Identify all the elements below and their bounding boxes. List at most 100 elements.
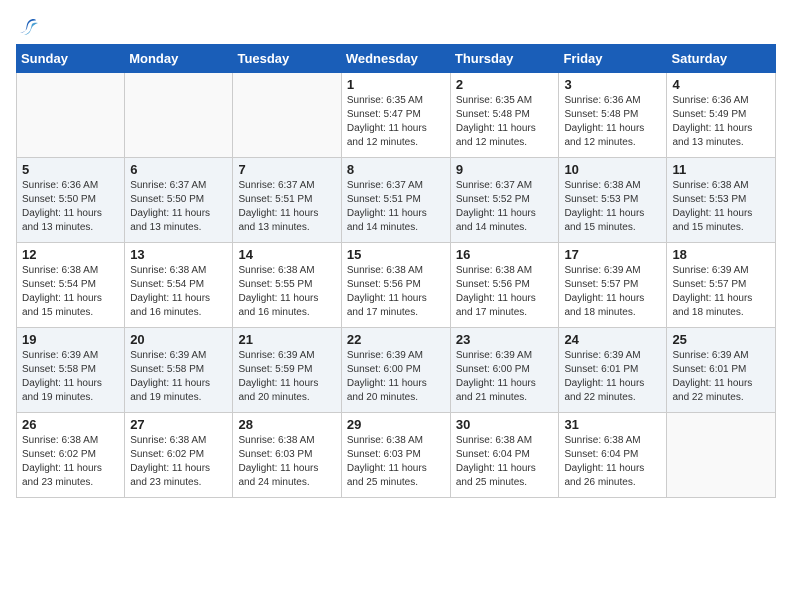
day-cell-31: 31 Sunrise: 6:38 AM Sunset: 6:04 PM Dayli… bbox=[559, 413, 667, 498]
week-row-3: 12 Sunrise: 6:38 AM Sunset: 5:54 PM Dayli… bbox=[17, 243, 776, 328]
weekday-header-monday: Monday bbox=[125, 45, 233, 73]
day-cell-22: 22 Sunrise: 6:39 AM Sunset: 6:00 PM Dayli… bbox=[341, 328, 450, 413]
empty-cell bbox=[233, 73, 341, 158]
day-number: 2 bbox=[456, 77, 554, 92]
day-cell-1: 1 Sunrise: 6:35 AM Sunset: 5:47 PM Daylig… bbox=[341, 73, 450, 158]
day-number: 18 bbox=[672, 247, 770, 262]
day-cell-10: 10 Sunrise: 6:38 AM Sunset: 5:53 PM Dayli… bbox=[559, 158, 667, 243]
day-info: Sunrise: 6:38 AM Sunset: 6:03 PM Dayligh… bbox=[238, 434, 335, 490]
day-cell-13: 13Sunrise: 6:38 AM Sunset: 5:54 PM Dayli… bbox=[125, 243, 233, 328]
day-cell-19: 19 Sunrise: 6:39 AM Sunset: 5:58 PM Dayli… bbox=[17, 328, 125, 413]
day-info: Sunrise: 6:39 AM Sunset: 5:58 PM Dayligh… bbox=[130, 349, 227, 405]
day-info: Sunrise: 6:38 AM Sunset: 5:53 PM Dayligh… bbox=[564, 179, 661, 235]
page-header bbox=[16, 16, 776, 34]
day-number: 27 bbox=[130, 417, 227, 432]
day-number: 29 bbox=[347, 417, 445, 432]
day-number: 28 bbox=[238, 417, 335, 432]
day-info: Sunrise: 6:36 AM Sunset: 5:49 PM Dayligh… bbox=[672, 94, 770, 150]
day-info: Sunrise: 6:37 AM Sunset: 5:50 PM Dayligh… bbox=[130, 179, 227, 235]
day-info: Sunrise: 6:38 AM Sunset: 6:04 PM Dayligh… bbox=[564, 434, 661, 490]
day-number: 7 bbox=[238, 162, 335, 177]
day-cell-18: 18 Sunrise: 6:39 AM Sunset: 5:57 PM Dayli… bbox=[667, 243, 776, 328]
day-cell-30: 30Sunrise: 6:38 AM Sunset: 6:04 PM Dayli… bbox=[450, 413, 559, 498]
day-info: Sunrise: 6:39 AM Sunset: 5:57 PM Dayligh… bbox=[672, 264, 770, 320]
logo-bird-icon bbox=[18, 16, 40, 38]
day-number: 24 bbox=[564, 332, 661, 347]
day-info: Sunrise: 6:37 AM Sunset: 5:51 PM Dayligh… bbox=[347, 179, 445, 235]
day-info: Sunrise: 6:37 AM Sunset: 5:51 PM Dayligh… bbox=[238, 179, 335, 235]
day-number: 26 bbox=[22, 417, 119, 432]
logo bbox=[16, 16, 40, 34]
day-cell-23: 23 Sunrise: 6:39 AM Sunset: 6:00 PM Dayli… bbox=[450, 328, 559, 413]
day-cell-7: 7 Sunrise: 6:37 AM Sunset: 5:51 PM Daylig… bbox=[233, 158, 341, 243]
day-number: 8 bbox=[347, 162, 445, 177]
day-info: Sunrise: 6:38 AM Sunset: 6:04 PM Dayligh… bbox=[456, 434, 554, 490]
week-row-5: 26 Sunrise: 6:38 AM Sunset: 6:02 PM Dayli… bbox=[17, 413, 776, 498]
day-number: 25 bbox=[672, 332, 770, 347]
day-cell-20: 20 Sunrise: 6:39 AM Sunset: 5:58 PM Dayli… bbox=[125, 328, 233, 413]
day-cell-21: 21Sunrise: 6:39 AM Sunset: 5:59 PM Dayli… bbox=[233, 328, 341, 413]
day-cell-8: 8 Sunrise: 6:37 AM Sunset: 5:51 PM Daylig… bbox=[341, 158, 450, 243]
day-info: Sunrise: 6:39 AM Sunset: 5:58 PM Dayligh… bbox=[22, 349, 119, 405]
day-info: Sunrise: 6:37 AM Sunset: 5:52 PM Dayligh… bbox=[456, 179, 554, 235]
day-cell-9: 9Sunrise: 6:37 AM Sunset: 5:52 PM Daylig… bbox=[450, 158, 559, 243]
day-info: Sunrise: 6:36 AM Sunset: 5:48 PM Dayligh… bbox=[564, 94, 661, 150]
day-number: 12 bbox=[22, 247, 119, 262]
day-info: Sunrise: 6:38 AM Sunset: 6:02 PM Dayligh… bbox=[130, 434, 227, 490]
weekday-header-saturday: Saturday bbox=[667, 45, 776, 73]
day-cell-29: 29 Sunrise: 6:38 AM Sunset: 6:03 PM Dayli… bbox=[341, 413, 450, 498]
day-info: Sunrise: 6:38 AM Sunset: 5:56 PM Dayligh… bbox=[456, 264, 554, 320]
day-number: 11 bbox=[672, 162, 770, 177]
day-cell-12: 12 Sunrise: 6:38 AM Sunset: 5:54 PM Dayli… bbox=[17, 243, 125, 328]
day-cell-28: 28 Sunrise: 6:38 AM Sunset: 6:03 PM Dayli… bbox=[233, 413, 341, 498]
day-number: 10 bbox=[564, 162, 661, 177]
day-info: Sunrise: 6:36 AM Sunset: 5:50 PM Dayligh… bbox=[22, 179, 119, 235]
empty-cell bbox=[125, 73, 233, 158]
day-info: Sunrise: 6:39 AM Sunset: 6:00 PM Dayligh… bbox=[456, 349, 554, 405]
day-number: 4 bbox=[672, 77, 770, 92]
week-row-2: 5Sunrise: 6:36 AM Sunset: 5:50 PM Daylig… bbox=[17, 158, 776, 243]
day-number: 15 bbox=[347, 247, 445, 262]
day-cell-16: 16Sunrise: 6:38 AM Sunset: 5:56 PM Dayli… bbox=[450, 243, 559, 328]
day-info: Sunrise: 6:38 AM Sunset: 6:02 PM Dayligh… bbox=[22, 434, 119, 490]
day-cell-26: 26 Sunrise: 6:38 AM Sunset: 6:02 PM Dayli… bbox=[17, 413, 125, 498]
weekday-header-friday: Friday bbox=[559, 45, 667, 73]
empty-cell bbox=[17, 73, 125, 158]
day-cell-27: 27 Sunrise: 6:38 AM Sunset: 6:02 PM Dayli… bbox=[125, 413, 233, 498]
weekday-header-thursday: Thursday bbox=[450, 45, 559, 73]
day-cell-5: 5Sunrise: 6:36 AM Sunset: 5:50 PM Daylig… bbox=[17, 158, 125, 243]
day-cell-17: 17Sunrise: 6:39 AM Sunset: 5:57 PM Dayli… bbox=[559, 243, 667, 328]
day-cell-24: 24 Sunrise: 6:39 AM Sunset: 6:01 PM Dayli… bbox=[559, 328, 667, 413]
week-row-4: 19 Sunrise: 6:39 AM Sunset: 5:58 PM Dayli… bbox=[17, 328, 776, 413]
day-number: 13 bbox=[130, 247, 227, 262]
day-cell-14: 14 Sunrise: 6:38 AM Sunset: 5:55 PM Dayli… bbox=[233, 243, 341, 328]
day-number: 21 bbox=[238, 332, 335, 347]
day-number: 6 bbox=[130, 162, 227, 177]
day-cell-11: 11Sunrise: 6:38 AM Sunset: 5:53 PM Dayli… bbox=[667, 158, 776, 243]
weekday-header-tuesday: Tuesday bbox=[233, 45, 341, 73]
day-info: Sunrise: 6:39 AM Sunset: 6:01 PM Dayligh… bbox=[564, 349, 661, 405]
day-number: 20 bbox=[130, 332, 227, 347]
week-row-1: 1 Sunrise: 6:35 AM Sunset: 5:47 PM Daylig… bbox=[17, 73, 776, 158]
weekday-header-wednesday: Wednesday bbox=[341, 45, 450, 73]
day-info: Sunrise: 6:35 AM Sunset: 5:47 PM Dayligh… bbox=[347, 94, 445, 150]
day-cell-4: 4 Sunrise: 6:36 AM Sunset: 5:49 PM Daylig… bbox=[667, 73, 776, 158]
day-number: 14 bbox=[238, 247, 335, 262]
day-cell-6: 6 Sunrise: 6:37 AM Sunset: 5:50 PM Daylig… bbox=[125, 158, 233, 243]
day-number: 23 bbox=[456, 332, 554, 347]
day-number: 19 bbox=[22, 332, 119, 347]
day-number: 31 bbox=[564, 417, 661, 432]
day-cell-15: 15 Sunrise: 6:38 AM Sunset: 5:56 PM Dayli… bbox=[341, 243, 450, 328]
day-info: Sunrise: 6:35 AM Sunset: 5:48 PM Dayligh… bbox=[456, 94, 554, 150]
day-number: 1 bbox=[347, 77, 445, 92]
day-info: Sunrise: 6:38 AM Sunset: 5:54 PM Dayligh… bbox=[22, 264, 119, 320]
day-info: Sunrise: 6:39 AM Sunset: 6:00 PM Dayligh… bbox=[347, 349, 445, 405]
day-info: Sunrise: 6:38 AM Sunset: 5:56 PM Dayligh… bbox=[347, 264, 445, 320]
day-info: Sunrise: 6:38 AM Sunset: 5:55 PM Dayligh… bbox=[238, 264, 335, 320]
weekday-header-row: SundayMondayTuesdayWednesdayThursdayFrid… bbox=[17, 45, 776, 73]
day-info: Sunrise: 6:39 AM Sunset: 6:01 PM Dayligh… bbox=[672, 349, 770, 405]
day-number: 22 bbox=[347, 332, 445, 347]
day-cell-2: 2 Sunrise: 6:35 AM Sunset: 5:48 PM Daylig… bbox=[450, 73, 559, 158]
weekday-header-sunday: Sunday bbox=[17, 45, 125, 73]
day-info: Sunrise: 6:38 AM Sunset: 6:03 PM Dayligh… bbox=[347, 434, 445, 490]
